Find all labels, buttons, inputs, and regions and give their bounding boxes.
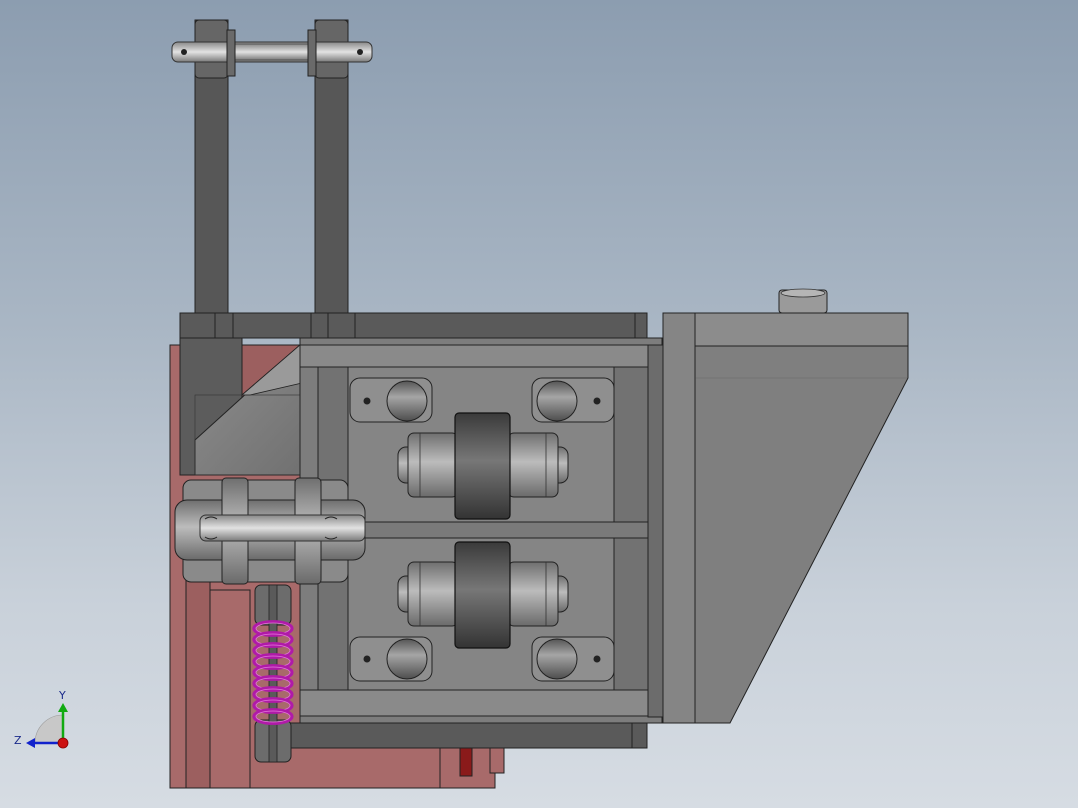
bolt-pad-top-right	[531, 377, 615, 423]
lifting-lug-left[interactable]	[194, 19, 229, 321]
bolt-pad-top-left	[349, 377, 433, 423]
coordinate-triad: Y Z	[14, 689, 69, 749]
pivot-clevis[interactable]	[174, 477, 366, 585]
lifting-lug-right[interactable]	[314, 19, 349, 321]
x-axis-dot	[57, 737, 69, 749]
red-key-block	[459, 747, 473, 777]
bolt-pad-bottom-left	[349, 636, 433, 682]
right-gusset-bracket	[662, 312, 909, 724]
z-axis-label: Z	[14, 734, 22, 747]
lower-frame-rail	[284, 722, 648, 749]
cad-viewport[interactable]: Y Z	[0, 0, 1078, 808]
bolt-pad-bottom-right	[531, 636, 615, 682]
assembly-drawing[interactable]: Y Z	[0, 0, 1078, 808]
upper-frame-rail	[179, 312, 648, 339]
top-boss	[778, 288, 828, 314]
y-axis-label: Y	[58, 689, 66, 702]
